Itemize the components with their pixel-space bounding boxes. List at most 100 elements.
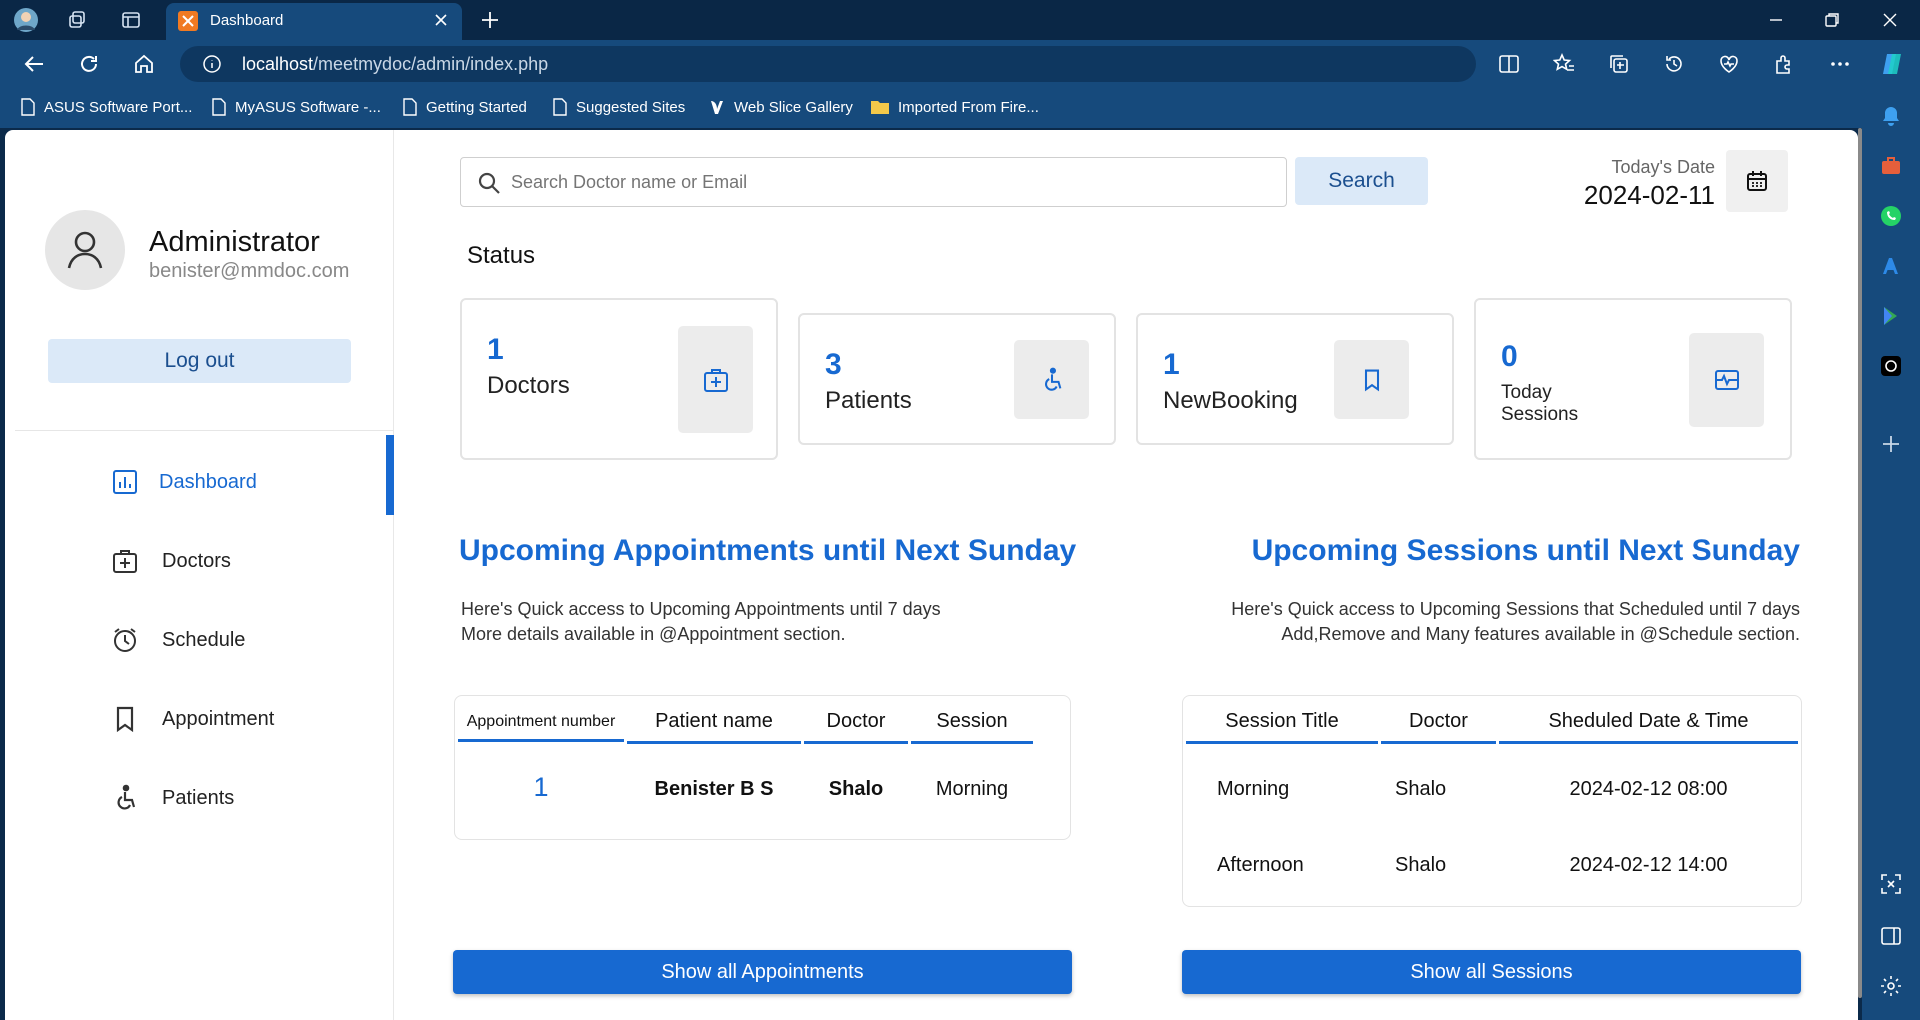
profile-avatar-icon[interactable] (12, 6, 40, 34)
session-datetime: 2024-02-12 08:00 (1569, 778, 1728, 800)
minimize-icon[interactable] (1762, 6, 1790, 34)
stat-label: Patients (825, 387, 912, 414)
hide-sidebar-icon[interactable] (1879, 924, 1903, 948)
status-card-today-sessions[interactable]: 0 Today Sessions (1474, 298, 1792, 460)
favorite-item[interactable]: MyASUS Software -... (211, 98, 381, 116)
home-icon[interactable] (130, 50, 158, 78)
bookmark-icon (1334, 340, 1409, 419)
nav-label: Schedule (162, 628, 246, 651)
browser-tab-strip: Dashboard (0, 0, 1920, 40)
session-doctor: Shalo (1395, 778, 1447, 800)
translator-icon[interactable] (1879, 254, 1903, 278)
favorites-icon[interactable] (1550, 50, 1578, 78)
search-button[interactable]: Search (1295, 157, 1428, 205)
favorite-label: Getting Started (426, 98, 527, 116)
tab-actions-icon[interactable] (117, 6, 145, 34)
nav-item-dashboard[interactable]: Dashboard (5, 435, 394, 515)
profile-email: benister@mmdoc.com (149, 260, 350, 282)
favorite-label: Suggested Sites (576, 98, 686, 116)
nav-label: Doctors (162, 549, 231, 572)
screenshot-icon[interactable] (1879, 872, 1903, 896)
favorite-label: Imported From Fire... (898, 98, 1039, 116)
sessions-table: Session Title Doctor Sheduled Date & Tim… (1182, 695, 1802, 907)
favorite-item[interactable]: ASUS Software Port... (20, 98, 192, 116)
calendar-button[interactable] (1726, 150, 1788, 212)
favorite-item[interactable]: Suggested Sites (552, 98, 685, 116)
favorite-label: Web Slice Gallery (734, 98, 853, 116)
browser-essentials-icon[interactable] (1715, 50, 1743, 78)
appointments-table: Appointment number Patient name Doctor S… (454, 695, 1071, 840)
nav-item-doctors[interactable]: Doctors (5, 532, 394, 590)
refresh-icon[interactable] (75, 50, 103, 78)
active-indicator (386, 435, 394, 515)
search-icon (477, 171, 501, 195)
date-value: 2024-02-11 (1583, 180, 1715, 210)
xampp-favicon-icon (178, 11, 198, 31)
avatar (45, 210, 125, 290)
settings-gear-icon[interactable] (1879, 974, 1903, 998)
page-scrollbar[interactable] (1858, 128, 1862, 998)
logout-button[interactable]: Log out (48, 339, 351, 383)
show-all-sessions-button[interactable]: Show all Sessions (1182, 950, 1801, 994)
column-header: Patient name (627, 710, 801, 744)
nav-label: Appointment (162, 707, 275, 730)
web-slice-icon (711, 101, 723, 114)
search-field[interactable] (511, 168, 1271, 196)
extensions-icon[interactable] (1770, 50, 1798, 78)
bookmark-icon (111, 705, 139, 733)
workspaces-icon[interactable] (63, 6, 91, 34)
status-card-newbooking[interactable]: 1 NewBooking (1136, 313, 1454, 445)
site-info-icon[interactable] (202, 54, 222, 74)
session-name: Morning (935, 778, 1009, 800)
sessions-description: Here's Quick access to Upcoming Sessions… (1100, 597, 1800, 647)
profile-name: Administrator (149, 226, 320, 258)
collections-icon[interactable] (1605, 50, 1633, 78)
session-datetime: 2024-02-12 14:00 (1569, 854, 1728, 876)
tab-close-icon[interactable] (432, 11, 450, 29)
window-close-icon[interactable] (1876, 6, 1904, 34)
nav-item-appointment[interactable]: Appointment (5, 690, 394, 748)
session-title: Morning (1217, 778, 1290, 800)
play-store-icon[interactable] (1879, 304, 1903, 328)
stat-label-line: Sessions (1501, 404, 1579, 425)
whatsapp-icon[interactable] (1879, 204, 1903, 228)
tools-briefcase-icon[interactable] (1879, 154, 1903, 178)
active-tab[interactable]: Dashboard (166, 3, 462, 40)
url-text: localhost/meetmydoc/admin/index.php (242, 54, 548, 75)
back-icon[interactable] (20, 50, 48, 78)
status-card-doctors[interactable]: 1 Doctors (460, 298, 778, 460)
restore-icon[interactable] (1818, 6, 1846, 34)
search-input[interactable] (460, 157, 1287, 207)
stat-label: NewBooking (1163, 387, 1298, 414)
show-all-appointments-button[interactable]: Show all Appointments (453, 950, 1072, 994)
doctor-bag-icon (678, 326, 753, 433)
web-page: Administrator benister@mmdoc.com Log out… (5, 130, 1858, 1020)
split-screen-icon[interactable] (1495, 50, 1523, 78)
status-card-patients[interactable]: 3 Patients (798, 313, 1116, 445)
add-app-icon[interactable] (1881, 434, 1901, 454)
new-tab-icon[interactable] (476, 6, 504, 34)
description-line: Here's Quick access to Upcoming Sessions… (1231, 599, 1800, 619)
divider (15, 430, 394, 431)
column-header: Session (911, 710, 1033, 744)
nav-label: Dashboard (159, 470, 257, 493)
history-icon[interactable] (1660, 50, 1688, 78)
address-bar[interactable]: localhost/meetmydoc/admin/index.php (180, 46, 1476, 82)
wheelchair-icon (1014, 340, 1089, 419)
copilot-icon[interactable] (1878, 50, 1906, 78)
calendar-icon (1747, 171, 1767, 191)
nav-item-schedule[interactable]: Schedule (5, 611, 394, 669)
column-header: Doctor (1381, 710, 1496, 744)
status-title: Status (467, 242, 536, 269)
nav-item-patients[interactable]: Patients (5, 769, 394, 827)
favorite-item[interactable]: Imported From Fire... (870, 98, 1039, 116)
column-header: Session Title (1186, 710, 1378, 744)
notifications-bell-icon[interactable] (1879, 104, 1903, 128)
column-header: Appointment number (458, 710, 624, 742)
stat-label-line: Today (1501, 382, 1552, 403)
more-menu-icon[interactable] (1826, 50, 1854, 78)
chatgpt-icon[interactable] (1879, 354, 1903, 378)
favorite-item[interactable]: Getting Started (402, 98, 527, 116)
favorite-item[interactable]: Web Slice Gallery (708, 98, 853, 116)
stat-count: 3 (825, 348, 842, 381)
